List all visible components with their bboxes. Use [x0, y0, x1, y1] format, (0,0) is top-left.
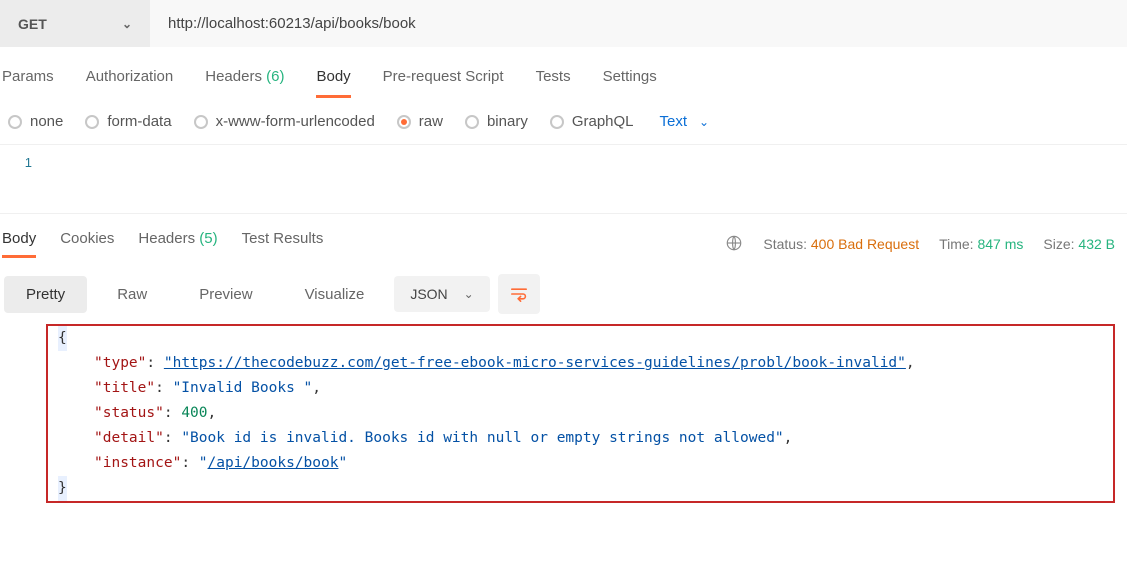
response-view-row: Pretty Raw Preview Visualize JSON ⌄ — [0, 258, 1127, 322]
json-brace-open: { — [58, 326, 67, 351]
radio-binary-label: binary — [487, 113, 528, 130]
size-label: Size: — [1043, 236, 1074, 252]
raw-format-value: Text — [660, 113, 688, 130]
resp-tab-headers-count: (5) — [199, 230, 217, 247]
status-block: Status: 400 Bad Request — [763, 236, 919, 252]
json-val-instance-close: " — [338, 455, 347, 471]
json-key-instance: "instance" — [94, 455, 181, 471]
tab-params[interactable]: Params — [2, 68, 54, 98]
response-body[interactable]: { "type": "https://thecodebuzz.com/get-f… — [46, 324, 1115, 503]
response-body-wrap: 1 2 3 4 5 6 7 { "type": "https://thecode… — [0, 324, 1127, 503]
radio-raw[interactable]: raw — [397, 113, 443, 130]
chevron-down-icon: ⌄ — [122, 17, 132, 31]
view-pretty[interactable]: Pretty — [4, 276, 87, 313]
response-header: Body Cookies Headers (5) Test Results St… — [0, 222, 1127, 258]
response-format-select[interactable]: JSON ⌄ — [394, 276, 489, 312]
globe-icon[interactable] — [725, 234, 743, 255]
radio-binary[interactable]: binary — [465, 113, 528, 130]
tab-tests[interactable]: Tests — [536, 68, 571, 98]
radio-formdata[interactable]: form-data — [85, 113, 171, 130]
radio-urlencoded-label: x-www-form-urlencoded — [216, 113, 375, 130]
resp-tab-cookies[interactable]: Cookies — [60, 230, 114, 258]
size-value: 432 B — [1078, 236, 1115, 252]
tab-prerequest[interactable]: Pre-request Script — [383, 68, 504, 98]
radio-graphql[interactable]: GraphQL — [550, 113, 634, 130]
request-tabs: Params Authorization Headers (6) Body Pr… — [0, 48, 1127, 99]
size-block: Size: 432 B — [1043, 236, 1115, 252]
json-val-type: "https://thecodebuzz.com/get-free-ebook-… — [164, 355, 906, 371]
radio-dot-icon — [8, 115, 22, 129]
raw-format-select[interactable]: Text ⌄ — [660, 113, 710, 130]
radio-raw-label: raw — [419, 113, 443, 130]
view-visualize[interactable]: Visualize — [283, 276, 387, 313]
radio-dot-icon — [85, 115, 99, 129]
json-val-status: 400 — [181, 405, 207, 421]
json-val-instance-open: " — [199, 455, 208, 471]
request-body-editor[interactable]: 1 — [0, 144, 1127, 214]
resp-tab-headers-label: Headers — [138, 230, 195, 247]
radio-graphql-label: GraphQL — [572, 113, 634, 130]
tab-authorization[interactable]: Authorization — [86, 68, 174, 98]
json-val-instance-link: /api/books/book — [208, 455, 339, 471]
json-key-detail: "detail" — [94, 430, 164, 446]
tab-headers-label: Headers — [205, 68, 262, 85]
tab-headers[interactable]: Headers (6) — [205, 68, 284, 98]
json-key-title: "title" — [94, 380, 155, 396]
response-format-value: JSON — [410, 286, 447, 302]
radio-formdata-label: form-data — [107, 113, 171, 130]
editor-line-number: 1 — [0, 155, 46, 170]
tab-settings[interactable]: Settings — [603, 68, 657, 98]
radio-dot-icon — [550, 115, 564, 129]
radio-none-label: none — [30, 113, 63, 130]
radio-dot-selected-icon — [397, 115, 411, 129]
tab-headers-count: (6) — [266, 68, 284, 85]
resp-tab-testresults[interactable]: Test Results — [242, 230, 324, 258]
url-value: http://localhost:60213/api/books/book — [168, 15, 416, 32]
json-val-title: "Invalid Books " — [173, 380, 313, 396]
url-input[interactable]: http://localhost:60213/api/books/book — [150, 0, 1127, 47]
tab-body[interactable]: Body — [316, 68, 350, 98]
radio-dot-icon — [465, 115, 479, 129]
view-preview[interactable]: Preview — [177, 276, 274, 313]
http-method-select[interactable]: GET ⌄ — [0, 0, 150, 47]
request-url-bar: GET ⌄ http://localhost:60213/api/books/b… — [0, 0, 1127, 48]
json-val-detail: "Book id is invalid. Books id with null … — [181, 430, 783, 446]
response-tabs: Body Cookies Headers (5) Test Results — [0, 230, 323, 258]
time-label: Time: — [939, 236, 973, 252]
view-raw[interactable]: Raw — [95, 276, 169, 313]
body-type-row: none form-data x-www-form-urlencoded raw… — [0, 99, 1127, 144]
radio-urlencoded[interactable]: x-www-form-urlencoded — [194, 113, 375, 130]
json-key-type: "type" — [94, 355, 146, 371]
resp-tab-body[interactable]: Body — [2, 230, 36, 258]
status-label: Status: — [763, 236, 807, 252]
json-key-status: "status" — [94, 405, 164, 421]
time-value: 847 ms — [977, 236, 1023, 252]
wrap-lines-button[interactable] — [498, 274, 540, 314]
time-block: Time: 847 ms — [939, 236, 1023, 252]
radio-none[interactable]: none — [8, 113, 63, 130]
status-value: 400 Bad Request — [811, 236, 919, 252]
resp-tab-headers[interactable]: Headers (5) — [138, 230, 217, 258]
chevron-down-icon: ⌄ — [699, 115, 709, 129]
http-method-value: GET — [18, 16, 47, 32]
response-meta: Status: 400 Bad Request Time: 847 ms Siz… — [725, 234, 1115, 255]
chevron-down-icon: ⌄ — [464, 287, 474, 301]
json-brace-close: } — [58, 476, 67, 501]
radio-dot-icon — [194, 115, 208, 129]
